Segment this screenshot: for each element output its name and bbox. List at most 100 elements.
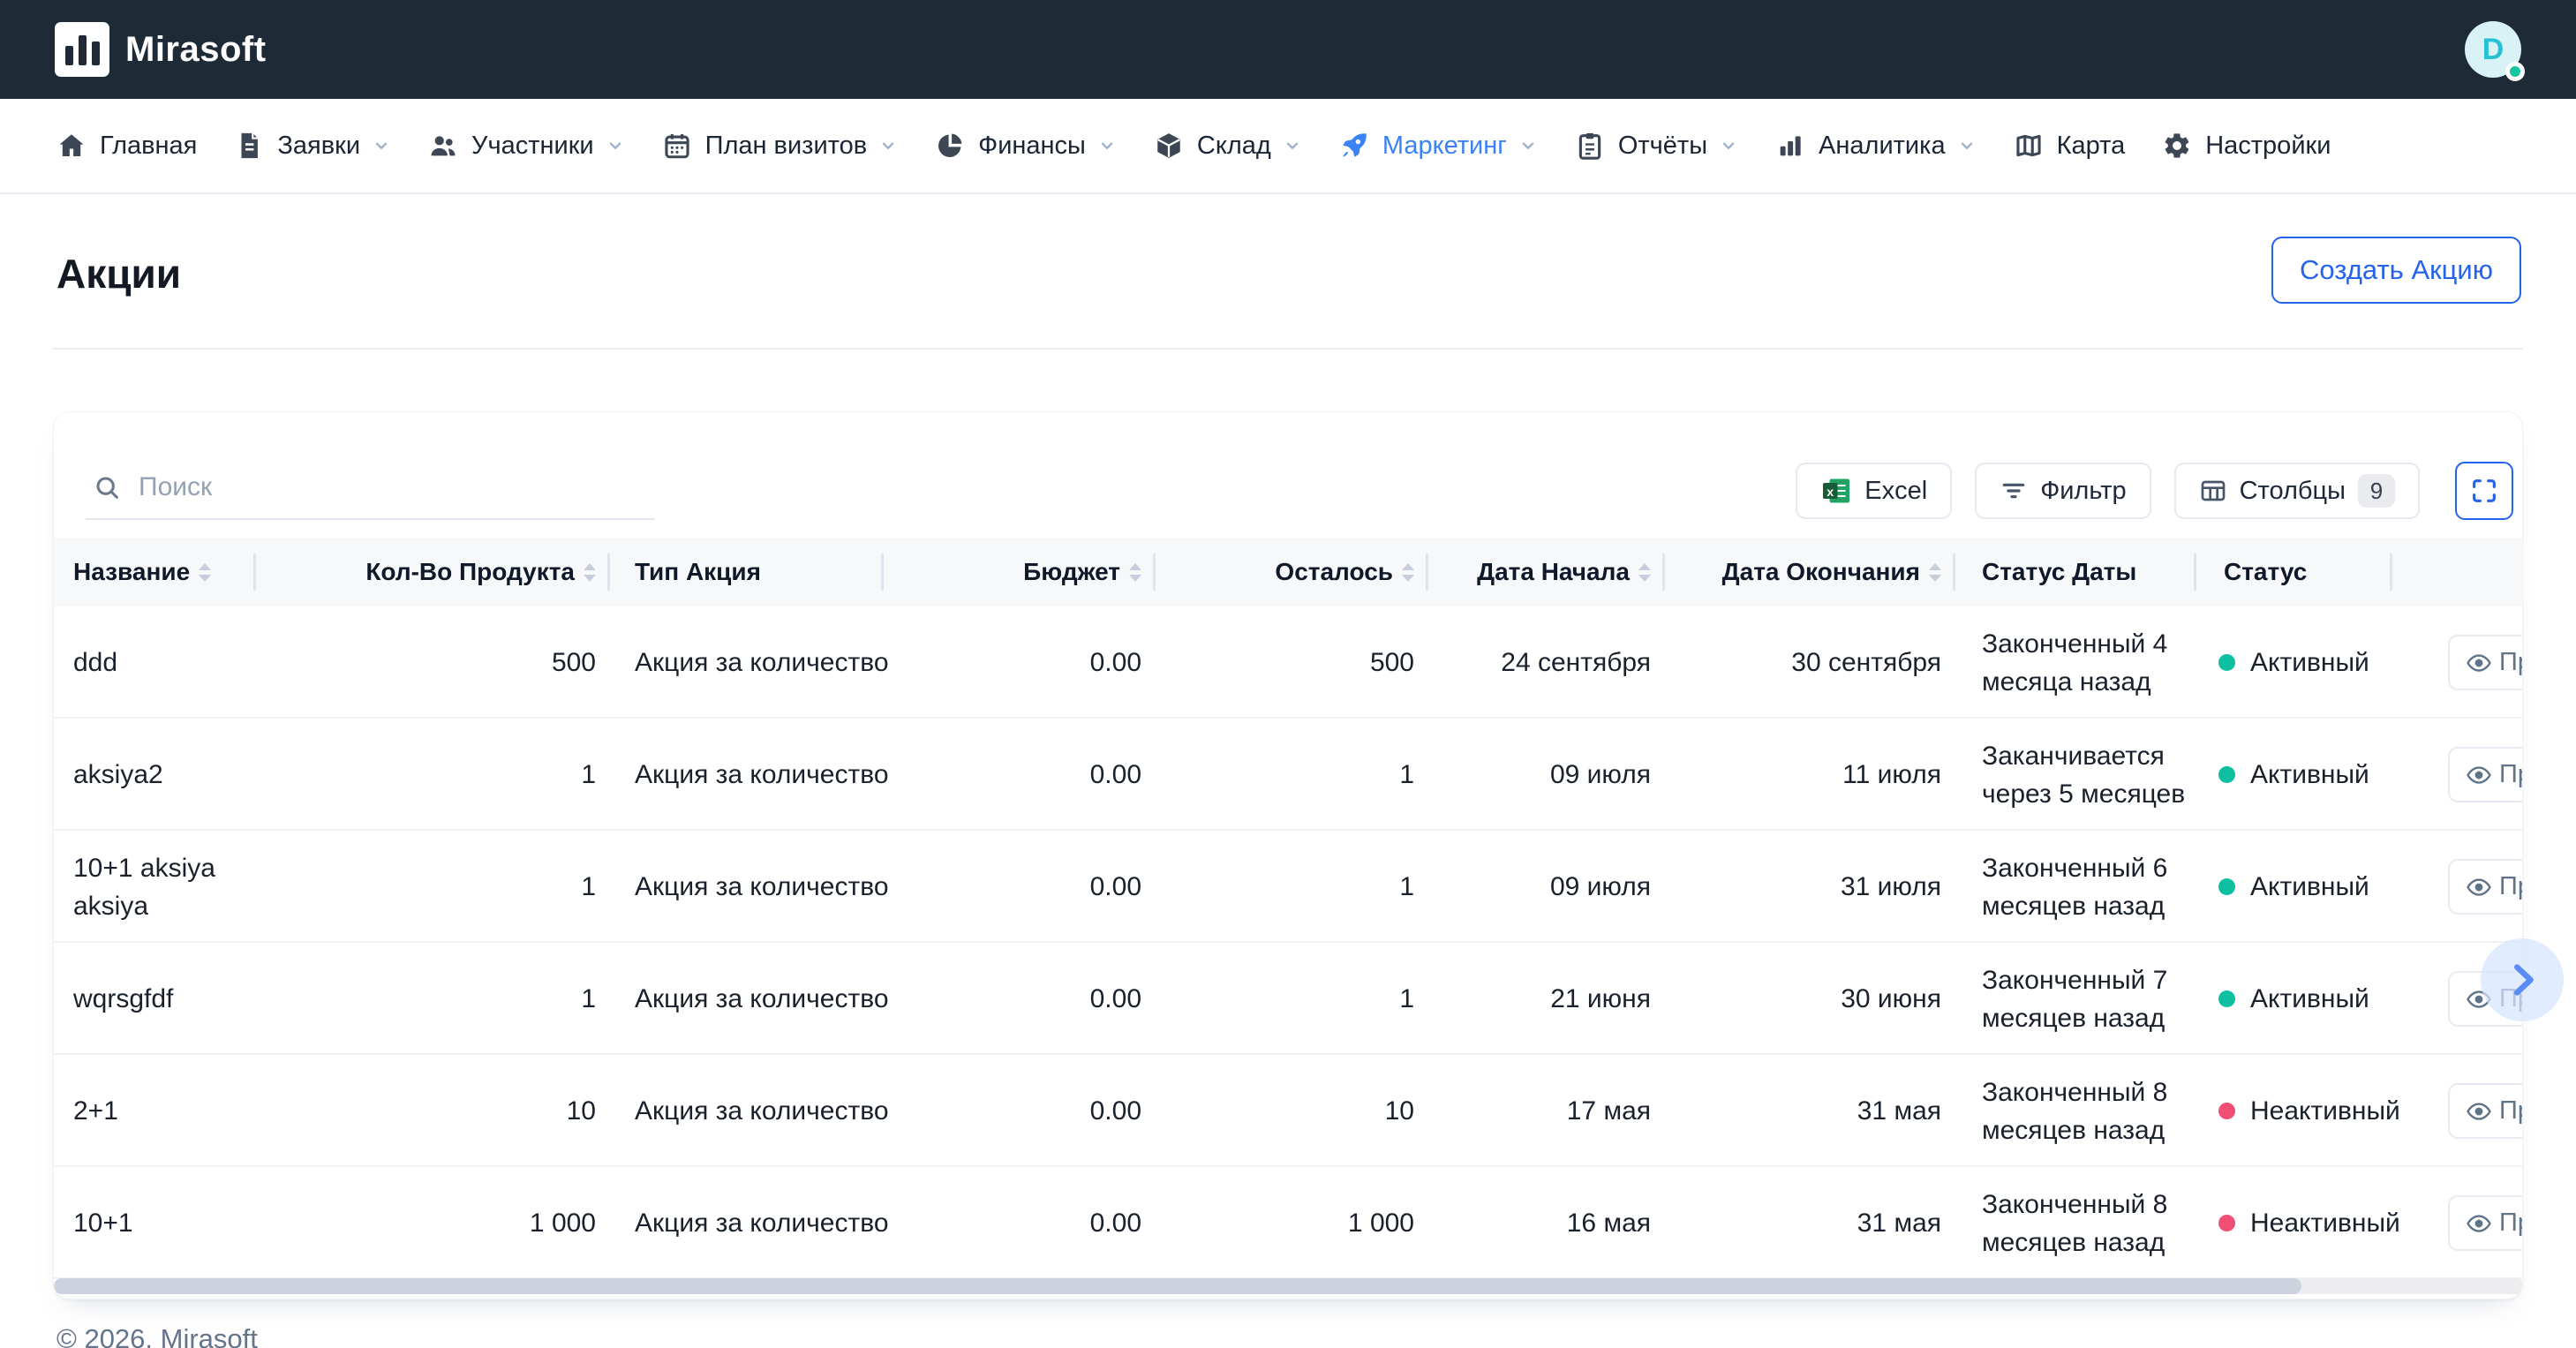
nav-item-visit-plan[interactable]: План визитов [662, 131, 899, 161]
fullscreen-button[interactable] [2455, 462, 2513, 520]
nav-item-settings[interactable]: Настройки [2162, 131, 2331, 161]
column-header-budget[interactable]: Бюджет [884, 538, 1156, 606]
cell-qty: 1 000 [256, 1209, 610, 1239]
cell-date-status: Законченный 6месяцев назад [1955, 849, 2196, 925]
table-row: 10+1 1 000 Акция за количество 0.00 1 00… [54, 1167, 2523, 1279]
status-dot [2218, 1103, 2235, 1119]
chevron-down-icon [1518, 136, 1538, 155]
column-header-end-date[interactable]: Дата Окончания [1665, 538, 1955, 606]
cell-end-date: 31 мая [1665, 1209, 1955, 1239]
columns-table-icon [2199, 477, 2227, 505]
eye-icon [2466, 874, 2492, 900]
cell-start-date: 17 мая [1428, 1096, 1665, 1126]
cell-status: Неактивный [2196, 1209, 2392, 1239]
scroll-right-fab[interactable] [2481, 938, 2564, 1021]
nav-item-home[interactable]: Главная [56, 131, 197, 161]
cell-name: wqrsgfdf [54, 980, 256, 1018]
columns-button[interactable]: Столбцы 9 [2174, 463, 2420, 519]
user-avatar[interactable]: D [2465, 21, 2521, 78]
file-icon [234, 131, 264, 161]
brand-logo[interactable]: Mirasoft [55, 22, 267, 77]
cell-status: Активный [2196, 760, 2392, 790]
sort-icon [1638, 563, 1651, 582]
status-label: Неактивный [2250, 1096, 2400, 1126]
cell-budget: 0.00 [884, 1096, 1156, 1126]
cell-end-date: 30 сентября [1665, 648, 1955, 678]
cell-actions: Просмотр [2392, 1055, 2523, 1167]
nav-item-participants[interactable]: Участники [428, 131, 625, 161]
cell-budget: 0.00 [884, 760, 1156, 790]
cell-actions: Просмотр [2392, 719, 2523, 831]
cell-actions: Просмотр [2392, 1167, 2523, 1279]
table-row: aksiya2 1 Акция за количество 0.00 1 09 … [54, 719, 2523, 831]
presence-dot-icon [2505, 62, 2525, 81]
cell-type: Акция за количество [610, 760, 884, 790]
nav-item-analytics[interactable]: Аналитика [1775, 131, 1977, 161]
eye-icon [2466, 762, 2492, 788]
cell-name: aksiya2 [54, 756, 256, 794]
column-header-remaining[interactable]: Осталось [1156, 538, 1428, 606]
nav-item-requests[interactable]: Заявки [234, 131, 391, 161]
cell-remaining: 1 000 [1156, 1209, 1428, 1239]
cell-status: Активный [2196, 872, 2392, 902]
cell-remaining: 1 [1156, 872, 1428, 902]
columns-count-badge: 9 [2358, 474, 2395, 508]
column-header-name[interactable]: Название [54, 538, 256, 606]
cell-type: Акция за количество [610, 872, 884, 902]
nav-item-warehouse[interactable]: Склад [1154, 131, 1302, 161]
nav-item-marketing[interactable]: Маркетинг [1339, 131, 1538, 161]
cell-status: Активный [2196, 648, 2392, 678]
cell-budget: 0.00 [884, 872, 1156, 902]
nav-item-map[interactable]: Карта [2014, 131, 2126, 161]
sort-icon [1402, 563, 1414, 582]
view-button[interactable]: Просмотр [2448, 635, 2523, 690]
search-field [86, 462, 655, 520]
nav-item-reports[interactable]: Отчёты [1575, 131, 1738, 161]
status-dot [2218, 766, 2235, 783]
cell-end-date: 31 июля [1665, 872, 1955, 902]
chevron-right-icon [2502, 960, 2542, 1000]
create-promo-button[interactable]: Создать Акцию [2271, 237, 2521, 304]
view-button[interactable]: Просмотр [2448, 1083, 2523, 1139]
status-label: Активный [2250, 984, 2369, 1014]
table-row: ddd 500 Акция за количество 0.00 500 24 … [54, 606, 2523, 719]
chevron-down-icon [1283, 136, 1302, 155]
nav-item-finance[interactable]: Финансы [935, 131, 1117, 161]
promotions-table-card: x Excel Фильтр Столбцы 9 Название Кол-Во… [53, 411, 2523, 1299]
cell-remaining: 1 [1156, 760, 1428, 790]
excel-export-button[interactable]: x Excel [1796, 463, 1952, 519]
cell-budget: 0.00 [884, 984, 1156, 1014]
pie-chart-icon [935, 131, 965, 161]
cell-end-date: 31 мая [1665, 1096, 1955, 1126]
horizontal-scrollbar-thumb[interactable] [54, 1278, 2301, 1294]
package-icon [1154, 131, 1184, 161]
cell-name: 10+1 [54, 1204, 256, 1242]
filter-button[interactable]: Фильтр [1975, 463, 2150, 519]
filter-icon [2000, 477, 2028, 505]
brand-name: Mirasoft [125, 30, 267, 70]
svg-text:x: x [1827, 486, 1834, 500]
cell-type: Акция за количество [610, 1096, 884, 1126]
cell-type: Акция за количество [610, 1209, 884, 1239]
view-button[interactable]: Просмотр [2448, 747, 2523, 802]
fullscreen-icon [2470, 477, 2498, 505]
cell-start-date: 21 июня [1428, 984, 1665, 1014]
chevron-down-icon [1719, 136, 1738, 155]
cell-qty: 500 [256, 648, 610, 678]
view-button[interactable]: Просмотр [2448, 1195, 2523, 1251]
cell-status: Неактивный [2196, 1096, 2392, 1126]
view-button[interactable]: Просмотр [2448, 859, 2523, 915]
topbar: Mirasoft D [0, 0, 2576, 99]
cell-budget: 0.00 [884, 1209, 1156, 1239]
bar-chart-icon [1775, 131, 1805, 161]
status-label: Активный [2250, 760, 2369, 790]
eye-icon [2466, 1210, 2492, 1237]
search-input[interactable] [139, 472, 633, 502]
status-dot [2218, 990, 2235, 1007]
column-header-start-date[interactable]: Дата Начала [1428, 538, 1665, 606]
cell-type: Акция за количество [610, 648, 884, 678]
cell-date-status: Законченный 8месяцев назад [1955, 1073, 2196, 1149]
column-header-qty[interactable]: Кол-Во Продукта [256, 538, 610, 606]
table-row: 2+1 10 Акция за количество 0.00 10 17 ма… [54, 1055, 2523, 1167]
sort-icon [1129, 563, 1141, 582]
